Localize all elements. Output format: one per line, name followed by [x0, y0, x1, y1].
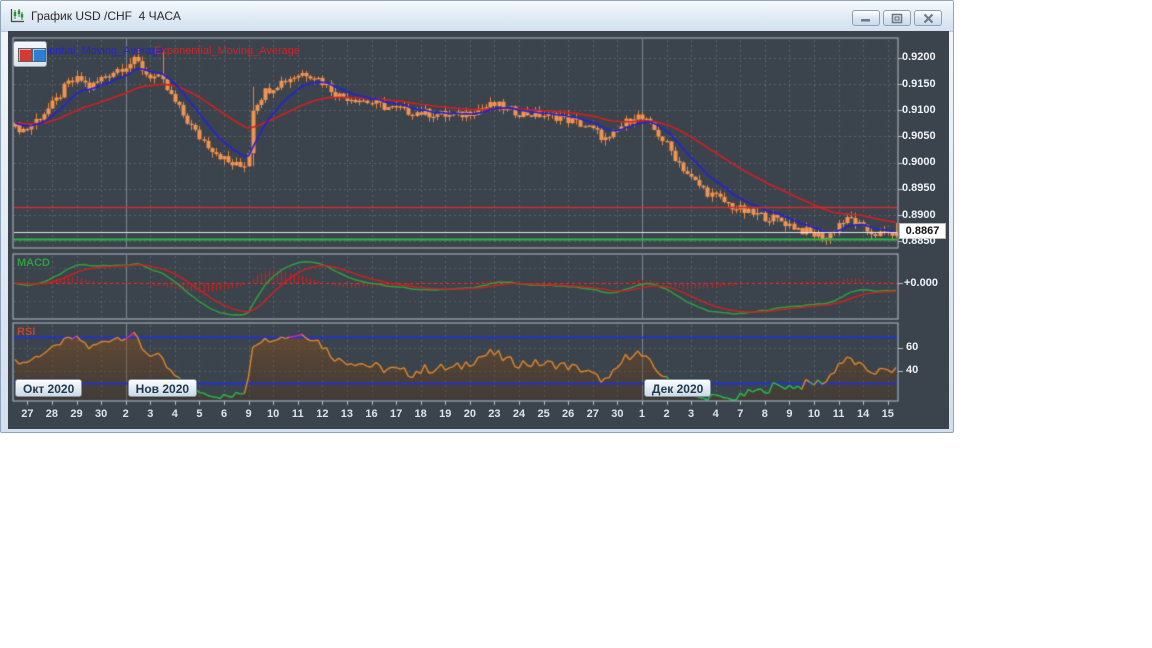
month-badge: Дек 2020	[644, 379, 711, 397]
window-title: График USD /CHF 4 ЧАСА	[31, 9, 181, 23]
date-label: 7	[737, 408, 743, 420]
month-badge: Нов 2020	[128, 379, 197, 397]
date-label: 11	[292, 408, 304, 420]
date-label: 27	[21, 408, 33, 420]
price-axis-label: 0.9050	[902, 130, 936, 142]
desktop: { "window": { "title": "График USD /CHF …	[0, 0, 1152, 648]
date-label: 30	[95, 408, 107, 420]
date-label: 30	[611, 408, 623, 420]
date-label: 10	[808, 408, 820, 420]
rsi-axis-label-60: 60	[906, 341, 918, 354]
date-label: 20	[464, 408, 476, 420]
date-label: 4	[172, 408, 178, 420]
date-label: 3	[688, 408, 694, 420]
indicator-buttons-box	[13, 41, 47, 67]
date-label: 15	[882, 408, 894, 420]
date-label: 19	[439, 408, 451, 420]
date-label: 1	[639, 408, 645, 420]
date-label: 26	[562, 408, 574, 420]
month-badge: Окт 2020	[15, 379, 82, 397]
legend-ema-slow: Exponential_Moving_Average	[154, 45, 300, 58]
date-label: 17	[390, 408, 402, 420]
restore-icon	[891, 13, 903, 24]
date-label: 6	[221, 408, 227, 420]
date-label: 13	[341, 408, 353, 420]
date-label: 9	[246, 408, 252, 420]
price-axis-label: 0.9200	[902, 51, 936, 63]
date-label: 18	[415, 408, 427, 420]
date-label: 16	[365, 408, 377, 420]
macd-panel-label: MACD	[17, 257, 50, 270]
date-label: 3	[147, 408, 153, 420]
date-label: 4	[713, 408, 719, 420]
date-label: 25	[537, 408, 549, 420]
price-axis-label: 0.8950	[902, 182, 936, 194]
date-label: 24	[513, 408, 525, 420]
date-label: 29	[70, 408, 82, 420]
restore-button[interactable]	[883, 10, 911, 26]
date-label: 5	[196, 408, 202, 420]
date-label: 12	[316, 408, 328, 420]
price-axis-label: 0.9150	[902, 78, 936, 90]
date-label: 9	[786, 408, 792, 420]
chart-window: График USD /CHF 4 ЧАСА Exponential_Movin…	[0, 0, 954, 433]
date-label: 8	[762, 408, 768, 420]
close-icon	[923, 13, 934, 24]
chart-app-icon	[9, 8, 25, 24]
chart-canvas[interactable]	[8, 31, 949, 429]
date-label: 2	[123, 408, 129, 420]
date-label: 27	[587, 408, 599, 420]
indicator-red-button[interactable]	[18, 48, 32, 62]
price-axis-label: 0.8850	[902, 235, 936, 247]
date-label: 23	[488, 408, 500, 420]
indicator-blue-button[interactable]	[32, 48, 46, 62]
date-label: 2	[663, 408, 669, 420]
price-axis-label: 0.9100	[902, 104, 936, 116]
rsi-axis-label-40: 40	[906, 364, 918, 377]
date-label: 10	[267, 408, 279, 420]
rsi-panel-label: RSI	[17, 326, 35, 339]
date-label: 28	[46, 408, 58, 420]
minimize-button[interactable]	[852, 10, 880, 26]
close-button[interactable]	[914, 10, 942, 26]
macd-zero-axis-label: +0.000	[904, 277, 938, 290]
titlebar[interactable]: График USD /CHF 4 ЧАСА	[1, 1, 953, 32]
minimize-icon	[860, 13, 872, 23]
date-label: 11	[833, 408, 845, 420]
price-axis-label: 0.9000	[902, 156, 936, 168]
price-axis-label: 0.8900	[902, 209, 936, 221]
date-label: 14	[857, 408, 869, 420]
